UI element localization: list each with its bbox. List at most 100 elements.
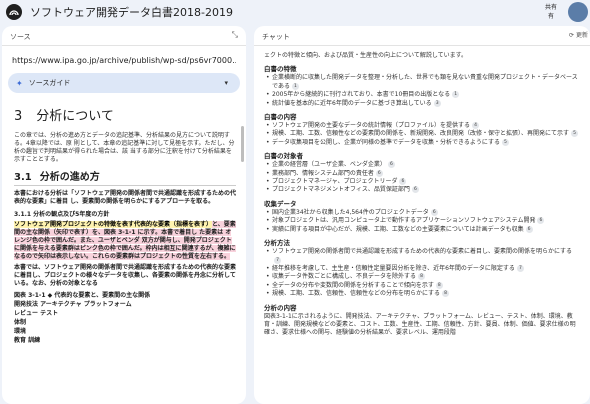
citation-badge[interactable]: 6 bbox=[411, 186, 419, 194]
chat-list-item: データ収集項目を公開し、企業が同様の基準でデータを収集・分析できるようにする5 bbox=[264, 138, 580, 148]
chat-section-heading: 分析の内容 bbox=[264, 302, 580, 312]
citation-badge[interactable]: 6 bbox=[375, 169, 383, 177]
chat-list-item: 対象プロジェクトは、汎用コンピュータ上で動作するアプリケーションソフトウェアシス… bbox=[264, 217, 580, 226]
citation-badge[interactable]: 8 bbox=[442, 290, 450, 298]
source-panel: ソース ⤡ https://www.ipa.go.jp/archive/publ… bbox=[2, 26, 246, 404]
chat-section-heading: 白書の特徴 bbox=[264, 63, 580, 73]
source-guide-button[interactable]: ✦ ソースガイド ▾ bbox=[8, 73, 240, 93]
chat-list-item: プロジェクトマネジメントオフィス、品質保証部門6 bbox=[264, 186, 580, 195]
citation-badge[interactable]: 6 bbox=[399, 178, 407, 186]
bold-intro: 本書における分析は「ソフトウェア開発の関係者間で共通認識を形成するための代表的な… bbox=[14, 190, 237, 205]
chat-list-item: 実績に関する項目が中心だが、規模、工期、工数などの主要要素については計画データも… bbox=[264, 225, 580, 235]
chat-text: 収集データ bbox=[264, 199, 297, 208]
chat-text: 収集データ件数ごとに構成し、不良データを除外する bbox=[272, 273, 417, 281]
chat-text: プロジェクトマネージャ、プロジェクトリーダ bbox=[272, 178, 398, 186]
citation-badge[interactable]: 1 bbox=[291, 82, 299, 90]
citation-badge[interactable]: 8 bbox=[418, 273, 426, 281]
chat-list-item: 図表3-1-1に示されるように、開発技法、アーキテクチャ、プラットフォーム、レビ… bbox=[264, 313, 580, 338]
chat-text: 対象プロジェクトは、汎用コンピュータ上で動作するアプリケーションソフトウェアシス… bbox=[272, 217, 536, 225]
chat-section-heading: 収集データ bbox=[264, 198, 580, 208]
avatar[interactable] bbox=[568, 2, 588, 22]
section-heading: 3.1 分析の進め方 bbox=[14, 168, 236, 186]
collapse-icon[interactable]: ⤡ bbox=[232, 30, 238, 40]
citation-badge[interactable]: 7 bbox=[274, 256, 281, 264]
chat-list-item: 企業の経営層（ユーザ企業、ベンダ企業）6 bbox=[264, 161, 580, 170]
sparkle-icon: ✦ bbox=[16, 78, 23, 88]
chat-text: 企業の経営層（ユーザ企業、ベンダ企業） bbox=[272, 161, 386, 169]
chat-text: ェクトの特徴と傾向、および品質・生産性の向上について解説しています。 bbox=[264, 52, 468, 59]
figure-caption: 図表 3-1-1 ◆ 代表的な要素と、要素間の主な関係 bbox=[14, 292, 151, 299]
chat-text: 統計値を基本的に近年6年間のデータに基づき算出している bbox=[272, 99, 432, 107]
citation-badge[interactable]: 8 bbox=[435, 281, 443, 289]
citation-badge[interactable]: 3 bbox=[433, 99, 441, 107]
chat-text: 分析方法 bbox=[264, 239, 290, 248]
chat-text: 国内企業34社から収集した4,564件のプロジェクトデータ bbox=[272, 208, 429, 216]
chat-text: 分析の内容 bbox=[264, 303, 297, 312]
chat-list-item: 収集データ件数ごとに構成し、不良データを除外する8 bbox=[264, 273, 580, 282]
chat-text: ソフトウェア開発の関係者間で共通認識を形成するための代表的な要素に着目し、要素間… bbox=[272, 248, 573, 256]
citation-badge[interactable]: 6 bbox=[430, 208, 438, 216]
highlighted-paragraph: ソフトウェア開発プロジェクトの特徴を表す代表的な要素（指標を表す）と、要素間の主… bbox=[14, 221, 236, 260]
chat-panel: チャット ⟳ 更新 ェクトの特徴と傾向、および品質・生産性の向上について解説して… bbox=[254, 26, 590, 404]
chat-list-item: 統計値を基本的に近年6年間のデータに基づき算出している3 bbox=[264, 99, 580, 108]
element-list: 図表 3-1-1 ◆ 代表的な要素と、要素間の主な関係 開発技法 アーキテクチャ… bbox=[14, 291, 236, 345]
chat-list-item: ェクトの特徴と傾向、および品質・生産性の向上について解説しています。 bbox=[264, 52, 580, 60]
chat-text: 白書の対象者 bbox=[264, 152, 303, 161]
citation-badge[interactable]: 6 bbox=[387, 161, 395, 169]
chat-list-item: 全データの分布や変数間の関係を分析することで傾向を示す8 bbox=[264, 281, 580, 291]
source-document: 3 分析について この章では、分析の進め方とデータの追記基準、分析結果の見方につい… bbox=[14, 105, 236, 345]
chat-text: 業務部門、情報システム部門の責任者 bbox=[272, 169, 374, 177]
chat-list-item: 2005年から継続的に刊行されており、本書で10冊目の出版となる1 bbox=[264, 91, 580, 100]
citation-badge[interactable]: 1 bbox=[452, 91, 460, 99]
citation-badge[interactable]: 7 bbox=[516, 264, 524, 272]
document-heading: 3 分析について bbox=[14, 109, 114, 124]
source-guide-label: ソースガイド bbox=[28, 79, 71, 87]
chat-section-heading: 白書の内容 bbox=[264, 111, 580, 121]
document-intro: この章では、分析の進め方とデータの追記基準、分析結果の見方について説明する。4章… bbox=[14, 132, 235, 163]
chat-text: データ収集項目を公開し、企業が同様の基準でデータを収集・分析できるようにする bbox=[272, 138, 500, 146]
top-bar: ソフトウェア開発データ白書2018-2019 共有有 bbox=[0, 0, 590, 24]
subsection-heading: 3.1.1 分析の観点及び5年度の方針 bbox=[14, 211, 110, 218]
notebook-title[interactable]: ソフトウェア開発データ白書2018-2019 bbox=[30, 4, 233, 20]
chat-header-label: チャット bbox=[262, 33, 290, 41]
chat-list-item: 業務部門、情報システム部門の責任者6 bbox=[264, 169, 580, 178]
chat-text: 白書の内容 bbox=[264, 113, 297, 122]
share-button[interactable]: 共有有 bbox=[540, 0, 562, 24]
citation-badge[interactable]: 5 bbox=[501, 138, 509, 146]
chat-list-item: 規模、工期、工数、信頼性などの要素間の関係を、新規開発、改良開発（改修・保守と拡… bbox=[264, 130, 580, 139]
scrollbar[interactable] bbox=[241, 126, 244, 162]
citation-badge[interactable]: 4 bbox=[472, 122, 480, 130]
chat-list-item: 規模、工期、工数、信頼性、信頼性などの分布を明らかにする8 bbox=[264, 290, 580, 299]
chat-text: 企業横断的に収集した開発データを整理・分析した、世界でも類を見ない貴重な開発プロ… bbox=[272, 74, 578, 90]
list-item: 体制 bbox=[14, 319, 27, 326]
source-url[interactable]: https://www.ipa.go.jp/archive/publish/wp… bbox=[12, 56, 236, 65]
chat-list-item: ソフトウェア開発の関係者間で共通認識を形成するための代表的な要素に着目し、要素間… bbox=[264, 248, 580, 265]
chevron-down-icon: ▾ bbox=[224, 79, 228, 87]
chat-text: 全データの分布や変数間の関係を分析することで傾向を示す bbox=[272, 281, 434, 289]
chat-text: プロジェクトマネジメントオフィス、品質保証部門 bbox=[272, 186, 410, 194]
chat-section-heading: 分析方法 bbox=[264, 237, 580, 247]
source-header-label: ソース bbox=[10, 33, 31, 41]
citation-badge[interactable]: 5 bbox=[571, 130, 579, 138]
list-item: 教育 訓練 bbox=[14, 337, 41, 344]
source-panel-header: ソース ⤡ bbox=[2, 26, 246, 46]
list-item: レビュー テスト bbox=[14, 310, 59, 317]
chat-text: ソフトウェア開発の主要なデータの統計情報（プロファイル）を提供する bbox=[272, 122, 471, 130]
chat-response: ェクトの特徴と傾向、および品質・生産性の向上について解説しています。白書の特徴企… bbox=[254, 46, 590, 338]
chat-text: 白書の特徴 bbox=[264, 65, 297, 74]
chat-text: 図表3-1-1に示されるように、開発技法、アーキテクチャ、プラットフォーム、レビ… bbox=[264, 312, 576, 337]
chat-text: 実績に関する項目が中心だが、規模、工期、工数などの主要要素については計画データも… bbox=[272, 225, 524, 233]
chat-section-heading: 白書の対象者 bbox=[264, 150, 580, 160]
citation-badge[interactable]: 6 bbox=[537, 217, 545, 225]
refresh-button[interactable]: ⟳ 更新 bbox=[569, 30, 588, 39]
citation-badge[interactable]: 6 bbox=[525, 225, 533, 233]
chat-text: 規模、工期、工数、信頼性などの要素間の関係を、新規開発、改良開発（改修・保守と拡… bbox=[272, 130, 570, 138]
list-item: 開発技法 アーキテクチャ プラットフォーム bbox=[14, 301, 132, 308]
chat-text: 2005年から継続的に刊行されており、本書で10冊目の出版となる bbox=[272, 91, 451, 99]
chat-text: 規模、工期、工数、信頼性、信頼性などの分布を明らかにする bbox=[272, 290, 441, 298]
list-item: 環境 bbox=[14, 328, 27, 335]
chat-text: 経年推移を考慮して、主生産・信頼性定量要因分析を除き、近年6年間のデータに限定す… bbox=[272, 264, 515, 272]
chat-panel-header: チャット ⟳ 更新 bbox=[254, 26, 590, 46]
notebook-logo-icon[interactable] bbox=[6, 4, 22, 20]
chat-list-item: 企業横断的に収集した開発データを整理・分析した、世界でも類を見ない貴重な開発プロ… bbox=[264, 74, 580, 91]
